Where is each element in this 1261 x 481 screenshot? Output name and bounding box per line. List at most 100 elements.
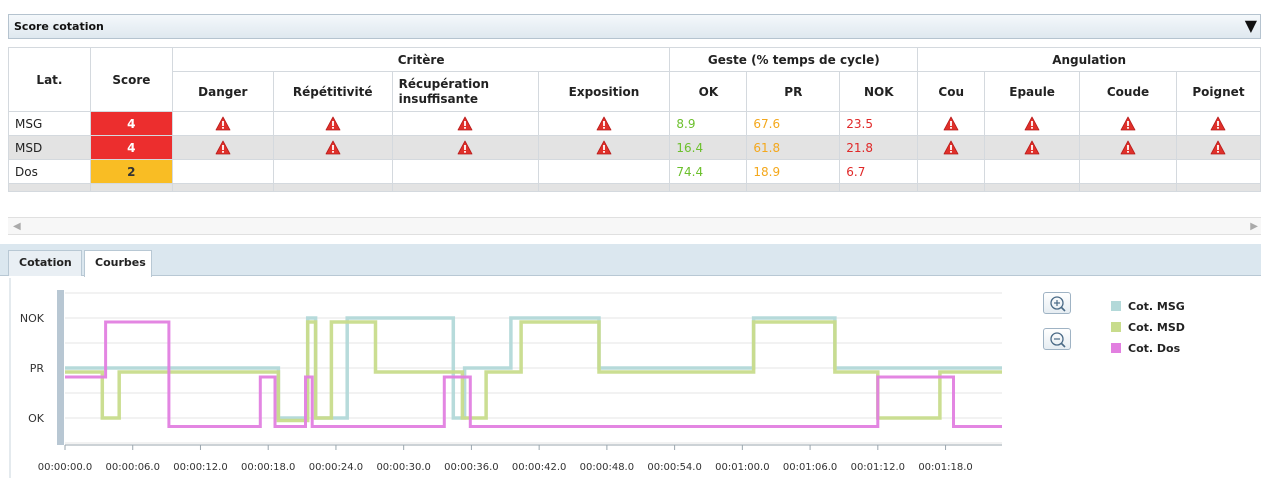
y-axis-strip	[57, 290, 64, 445]
warning-triangle-icon	[215, 140, 231, 155]
tab-courbes[interactable]: Courbes	[84, 250, 152, 277]
header-recuperation-line2: insuffisante	[398, 91, 479, 106]
warning-triangle-icon	[325, 116, 341, 131]
warning-triangle-icon	[457, 140, 473, 155]
score-cotation-header[interactable]: Score cotation ▼	[8, 14, 1261, 39]
cell-ok: 8.9	[669, 111, 748, 136]
warning-triangle-icon	[325, 140, 341, 155]
warning-triangle-icon	[215, 116, 231, 131]
zoom-in-button[interactable]	[1043, 292, 1071, 314]
scroll-left-arrow-icon[interactable]: ◀	[13, 221, 21, 232]
collapse-triangle-icon[interactable]: ▼	[1245, 17, 1257, 35]
score-cotation-window: { "panel": { "title": "Score cotation", …	[0, 0, 1261, 481]
warning-triangle-icon	[943, 140, 959, 155]
x-tick-label: 00:00:12.0	[173, 462, 227, 473]
cell-epaule	[984, 159, 1081, 184]
header-coude[interactable]: Coude	[1079, 71, 1177, 112]
cell-cou	[917, 111, 986, 136]
warning-triangle-icon	[596, 140, 612, 155]
cell-recuperation	[391, 159, 539, 184]
y-tick-label: PR	[30, 362, 45, 375]
cell-poignet	[1175, 159, 1261, 184]
table-row[interactable]: MSD 4 16.4 61.8 21.8	[8, 135, 1261, 160]
header-recuperation[interactable]: Récupération insuffisante	[391, 71, 539, 112]
zoom-out-button[interactable]	[1043, 328, 1071, 350]
chart-plot-area	[10, 278, 1010, 478]
y-tick-label: OK	[28, 412, 45, 425]
table-row[interactable]: MSG 4 8.9 67.6 23.5	[8, 111, 1261, 136]
header-repetitivite[interactable]: Répétitivité	[272, 71, 393, 112]
cell-pr: 67.6	[746, 111, 841, 136]
cell-nok: 23.5	[839, 111, 919, 136]
warning-triangle-icon	[457, 116, 473, 131]
cell-recuperation	[391, 111, 539, 136]
cell-lat: Dos	[8, 159, 91, 184]
warning-triangle-icon	[1024, 116, 1040, 131]
legend-label: Cot. MSD	[1128, 321, 1185, 334]
header-lat[interactable]: Lat.	[8, 47, 91, 112]
cell-nok: 21.8	[839, 135, 919, 160]
legend-item-dos[interactable]: Cot. Dos	[1111, 342, 1185, 363]
zoom-out-icon	[1050, 332, 1066, 348]
cell-epaule	[984, 135, 1081, 160]
cell-lat: MSG	[8, 111, 91, 136]
cell-repetitivite	[272, 159, 393, 184]
header-epaule[interactable]: Epaule	[984, 71, 1081, 112]
y-tick-label: NOK	[20, 312, 45, 325]
warning-triangle-icon	[943, 116, 959, 131]
cell-coude	[1079, 135, 1177, 160]
warning-triangle-icon	[1120, 116, 1136, 131]
horizontal-scrollbar[interactable]: ◀ ▶	[8, 217, 1261, 235]
header-pr[interactable]: PR	[746, 71, 841, 112]
warning-triangle-icon	[1120, 140, 1136, 155]
legend-item-msd[interactable]: Cot. MSD	[1111, 321, 1185, 342]
zoom-in-icon	[1050, 296, 1066, 312]
cell-danger	[171, 111, 274, 136]
cell-exposition	[537, 159, 671, 184]
cell-ok: 74.4	[669, 159, 748, 184]
header-poignet[interactable]: Poignet	[1175, 71, 1261, 112]
x-tick-label: 00:01:12.0	[851, 462, 905, 473]
x-tick-label: 00:00:48.0	[580, 462, 634, 473]
header-group-geste: Geste (% temps de cycle)	[669, 47, 919, 72]
cell-cou	[917, 159, 986, 184]
header-score[interactable]: Score	[89, 47, 173, 112]
x-tick-label: 00:01:18.0	[918, 462, 972, 473]
header-nok[interactable]: NOK	[839, 71, 919, 112]
header-cou[interactable]: Cou	[917, 71, 986, 112]
table-row-spacer	[8, 183, 1261, 192]
cell-repetitivite	[272, 135, 393, 160]
x-tick-label: 00:00:18.0	[241, 462, 295, 473]
legend-item-msg[interactable]: Cot. MSG	[1111, 300, 1185, 321]
table-row[interactable]: Dos 2 74.4 18.9 6.7	[8, 159, 1261, 184]
cell-pr: 61.8	[746, 135, 841, 160]
cell-nok: 6.7	[839, 159, 919, 184]
cell-cou	[917, 135, 986, 160]
cell-danger	[171, 135, 274, 160]
header-exposition[interactable]: Exposition	[537, 71, 671, 112]
cell-coude	[1079, 159, 1177, 184]
scroll-right-arrow-icon[interactable]: ▶	[1250, 221, 1258, 232]
tab-cotation[interactable]: Cotation	[8, 250, 82, 276]
cell-lat: MSD	[8, 135, 91, 160]
cell-poignet	[1175, 135, 1261, 160]
header-recuperation-line1: Récupération	[398, 76, 490, 91]
score-badge: 2	[89, 159, 173, 184]
legend-swatch	[1111, 301, 1121, 311]
cell-epaule	[984, 111, 1081, 136]
cell-repetitivite	[272, 111, 393, 136]
legend-swatch	[1111, 322, 1121, 332]
warning-triangle-icon	[596, 116, 612, 131]
warning-triangle-icon	[1210, 140, 1226, 155]
header-danger[interactable]: Danger	[171, 71, 274, 112]
cell-exposition	[537, 135, 671, 160]
score-badge: 4	[89, 111, 173, 136]
x-tick-label: 00:01:00.0	[715, 462, 769, 473]
cell-pr: 18.9	[746, 159, 841, 184]
warning-triangle-icon	[1024, 140, 1040, 155]
header-ok[interactable]: OK	[669, 71, 748, 112]
score-curves-chart[interactable]: OK PR NOK 00:00:00.0 00:00:06.0 00:00:12.0 00:…	[0, 278, 1040, 478]
score-table: Lat. Score Critère Geste (% temps de cyc…	[8, 47, 1261, 192]
legend-label: Cot. MSG	[1128, 300, 1185, 313]
score-badge: 4	[89, 135, 173, 160]
